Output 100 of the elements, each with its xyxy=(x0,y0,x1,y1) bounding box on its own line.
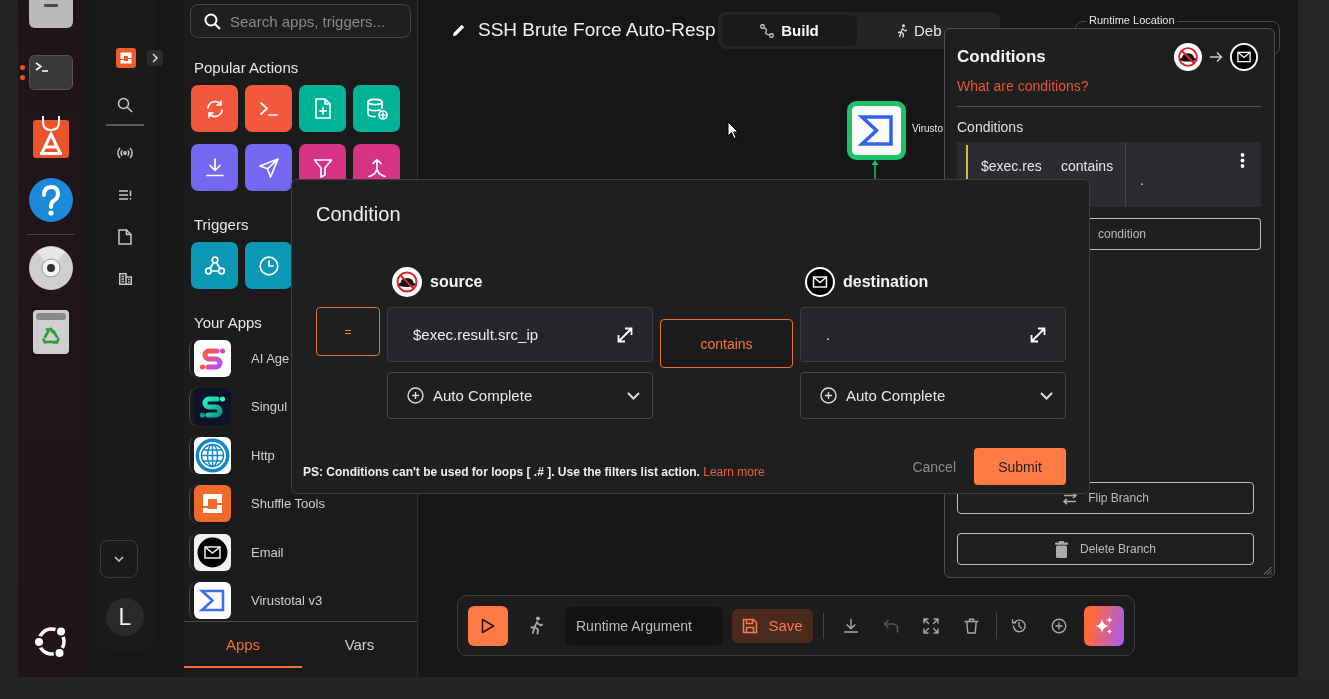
help-link[interactable]: What are conditions? xyxy=(957,78,1089,94)
app-logo-icon[interactable] xyxy=(194,339,231,377)
trash-icon xyxy=(963,617,979,634)
download-icon xyxy=(843,617,859,634)
broadcast-icon xyxy=(117,147,133,159)
logo-icon[interactable] xyxy=(116,48,136,68)
edge-arrow xyxy=(871,160,879,179)
app-name[interactable]: Singul xyxy=(251,399,288,415)
action-tile[interactable] xyxy=(191,144,238,191)
globe-icon[interactable] xyxy=(194,436,231,474)
swap-arrows-icon xyxy=(1062,491,1079,505)
drawer-icon[interactable] xyxy=(29,0,73,28)
expand-icon[interactable] xyxy=(1029,325,1047,344)
resize-grip-icon[interactable] xyxy=(1263,566,1272,575)
destination-field[interactable]: . xyxy=(800,307,1066,362)
help-icon[interactable] xyxy=(29,178,73,222)
chevron-down-icon xyxy=(1040,391,1053,400)
section-label: Conditions xyxy=(957,119,1024,135)
condition-source: $exec.res xyxy=(981,158,1043,174)
ring-logo-icon[interactable] xyxy=(33,624,69,659)
clock-icon xyxy=(258,255,279,276)
shopping-bag-icon[interactable] xyxy=(33,115,69,158)
new-condition-button[interactable]: condition xyxy=(1090,218,1261,250)
app-logo-icon[interactable] xyxy=(194,485,231,523)
cancel-button[interactable]: Cancel xyxy=(912,458,956,475)
app-name[interactable]: Http xyxy=(251,447,275,463)
action-tile[interactable] xyxy=(353,85,400,132)
pencil-icon[interactable] xyxy=(452,23,466,37)
action-tile[interactable] xyxy=(191,85,238,132)
plus-circle-icon xyxy=(820,387,837,404)
ai-assistant-button[interactable] xyxy=(1084,605,1124,646)
app-name[interactable]: Email xyxy=(251,544,284,560)
mouse-pointer-icon xyxy=(727,121,739,140)
learn-more-link[interactable]: Learn more xyxy=(703,465,765,479)
trigger-tile[interactable] xyxy=(245,242,292,289)
sidebar-tab[interactable]: Apps xyxy=(184,622,302,668)
trigger-tile[interactable] xyxy=(191,242,238,289)
source-field[interactable]: $exec.result.src_ip xyxy=(387,307,653,362)
workflow-title: SSH Brute Force Auto-Resp xyxy=(478,19,716,41)
negate-toggle[interactable]: = xyxy=(316,307,380,356)
trash-icon xyxy=(1054,540,1068,558)
split-arrow-icon xyxy=(366,157,387,178)
more-options-icon[interactable] xyxy=(1240,153,1245,168)
list-icon xyxy=(118,190,132,200)
run-button[interactable] xyxy=(468,605,508,646)
chevron-down-icon xyxy=(114,556,124,562)
condition-destination: . xyxy=(1140,172,1144,188)
mode-tab[interactable]: Deb xyxy=(857,15,943,46)
submit-button[interactable]: Submit xyxy=(974,448,1066,485)
chevron-down-icon xyxy=(627,391,640,400)
sidebar-tab[interactable]: Vars xyxy=(302,622,417,668)
save-button[interactable]: Save xyxy=(732,608,813,643)
runtime-argument-field[interactable]: Runtime Argument xyxy=(565,606,723,645)
search-icon xyxy=(204,12,221,30)
condition-operator: contains xyxy=(1061,158,1115,174)
app-name[interactable]: Virustotal v3 xyxy=(251,593,323,609)
panel-title: Conditions xyxy=(957,47,1047,67)
disc-icon[interactable] xyxy=(29,246,73,290)
file-plus-icon xyxy=(314,98,331,119)
loop-note: PS: Conditions can't be used for loops [ .# ]. Use the filters list action. Learn more xyxy=(303,465,765,479)
operator-button[interactable]: contains xyxy=(660,319,793,368)
play-icon xyxy=(481,617,495,634)
app-name[interactable]: AI Age xyxy=(251,350,290,366)
arrow-right-icon xyxy=(1209,51,1223,63)
runtime-location-label: Runtime Location xyxy=(1087,14,1177,27)
prohibited-hat-icon xyxy=(1174,43,1202,71)
envelope-icon[interactable] xyxy=(194,533,231,571)
section-title: Triggers xyxy=(194,216,249,233)
runner-icon xyxy=(896,23,908,38)
envelope-icon xyxy=(805,267,835,297)
expand-icon[interactable] xyxy=(616,325,634,344)
chevron-right-icon xyxy=(152,53,158,63)
terminal-icon[interactable] xyxy=(29,55,73,90)
search-icon xyxy=(117,97,133,113)
expand-sidebar-button[interactable] xyxy=(147,50,163,66)
building-icon xyxy=(118,273,132,285)
branch-action-button[interactable]: Delete Branch xyxy=(957,533,1254,565)
terminal-icon xyxy=(259,101,278,116)
autocomplete-dropdown[interactable]: Auto Complete xyxy=(800,372,1066,419)
app-logo-icon[interactable] xyxy=(194,388,231,426)
plus-circle-icon xyxy=(1051,617,1067,634)
autocomplete-dropdown[interactable]: Auto Complete xyxy=(387,372,653,419)
sigma-flag-icon[interactable] xyxy=(194,582,231,620)
undo-icon xyxy=(883,618,899,633)
app-name[interactable]: Shuffle Tools xyxy=(251,496,325,512)
dialog-title: Condition xyxy=(316,203,401,225)
file-icon xyxy=(118,229,132,245)
action-tile[interactable] xyxy=(299,85,346,132)
mode-tab[interactable]: Build xyxy=(722,15,857,46)
user-avatar[interactable]: L xyxy=(106,598,144,636)
prohibited-hat-icon xyxy=(392,267,422,297)
action-tile[interactable] xyxy=(245,85,292,132)
search-field[interactable]: Search apps, triggers... xyxy=(190,4,411,38)
paper-plane-icon xyxy=(258,157,279,178)
action-tile[interactable] xyxy=(245,144,292,191)
download-icon xyxy=(205,158,224,177)
envelope-icon xyxy=(1230,43,1258,71)
webhook-icon xyxy=(203,255,226,276)
sparkles-icon xyxy=(1094,615,1114,636)
workflow-node xyxy=(847,101,906,160)
